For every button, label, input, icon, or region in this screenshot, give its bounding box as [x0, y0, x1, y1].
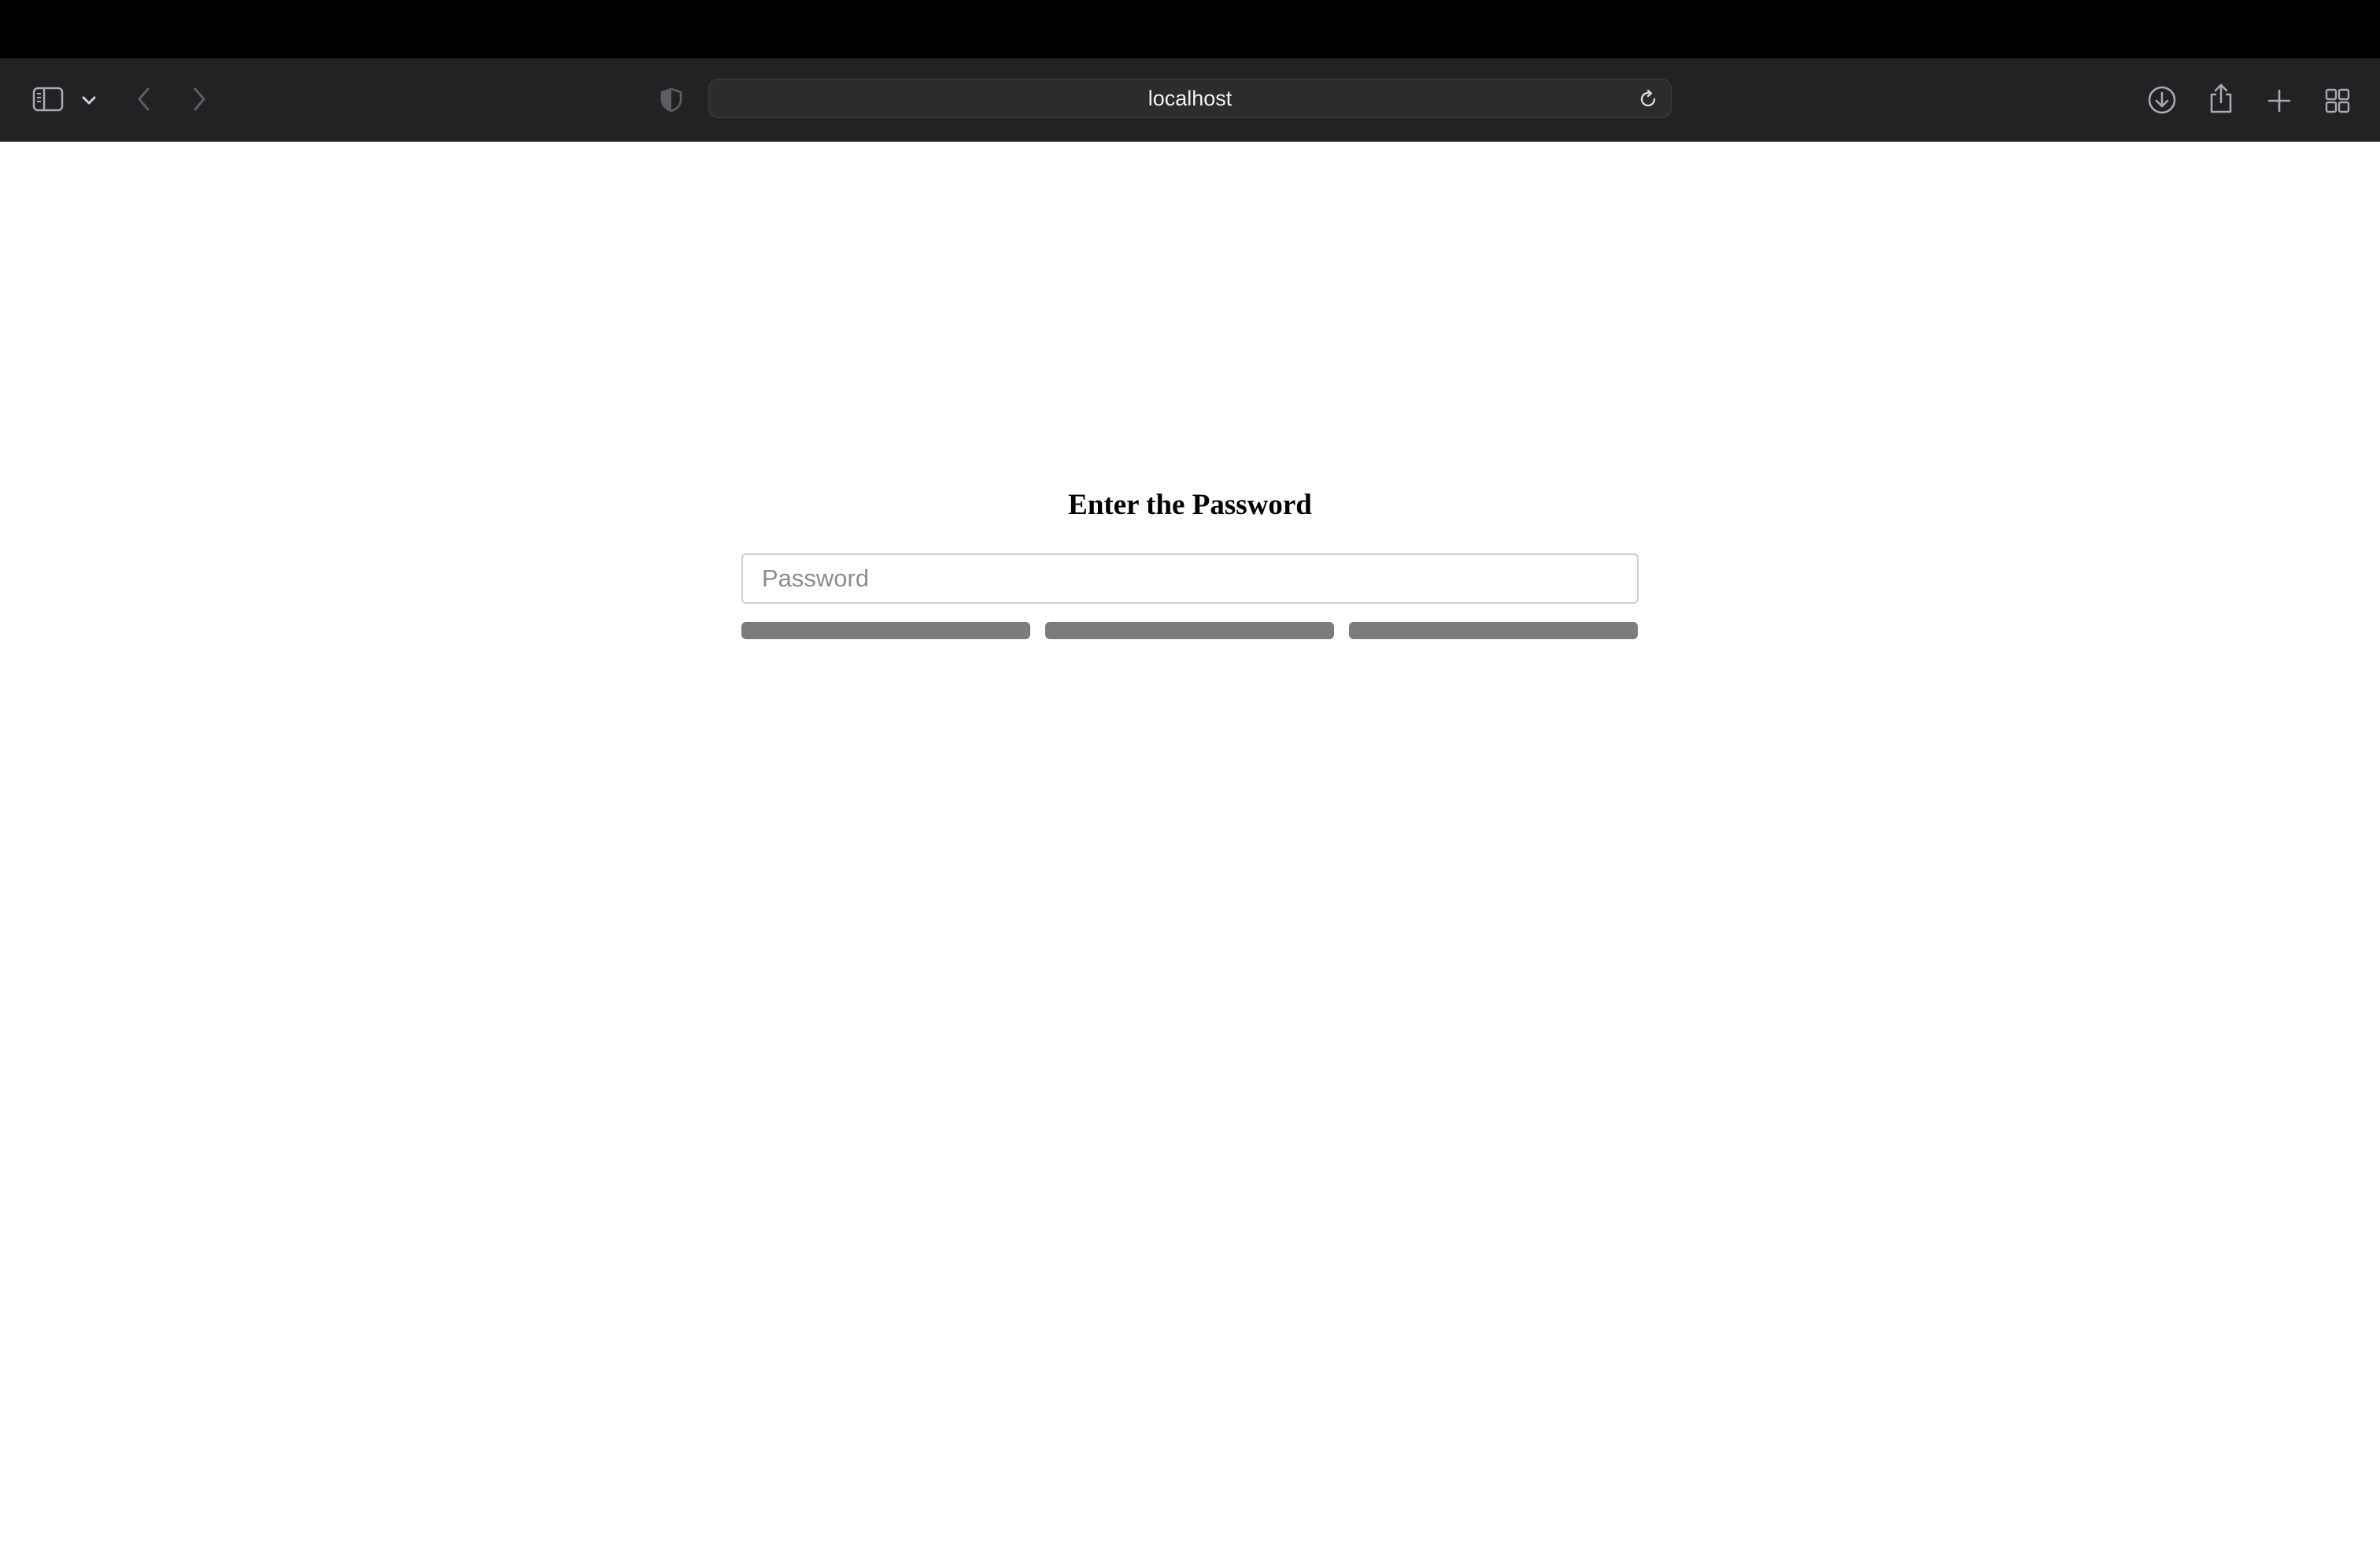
- reload-icon[interactable]: [1636, 87, 1660, 111]
- strength-bar-1: [741, 622, 1030, 639]
- page-content: Enter the Password: [0, 142, 2380, 1546]
- system-menu-bar: [0, 0, 2380, 58]
- privacy-shield-icon[interactable]: [656, 85, 686, 115]
- plus-icon[interactable]: [2264, 85, 2295, 117]
- browser-toolbar: localhost: [0, 58, 2380, 142]
- share-icon[interactable]: [2205, 80, 2237, 117]
- grid-icon[interactable]: [2322, 85, 2353, 117]
- address-text: localhost: [1148, 86, 1232, 110]
- address-bar[interactable]: localhost: [708, 79, 1672, 118]
- chevron-left-icon[interactable]: [131, 83, 157, 115]
- password-input[interactable]: [741, 553, 1639, 604]
- sidebar-icon[interactable]: [30, 83, 66, 115]
- download-icon[interactable]: [2145, 83, 2179, 117]
- page-title: Enter the Password: [1068, 489, 1312, 521]
- strength-bar-2: [1045, 622, 1334, 639]
- strength-bar-3: [1349, 622, 1638, 639]
- chevron-right-icon[interactable]: [186, 83, 213, 115]
- chevron-down-icon[interactable]: [77, 88, 101, 112]
